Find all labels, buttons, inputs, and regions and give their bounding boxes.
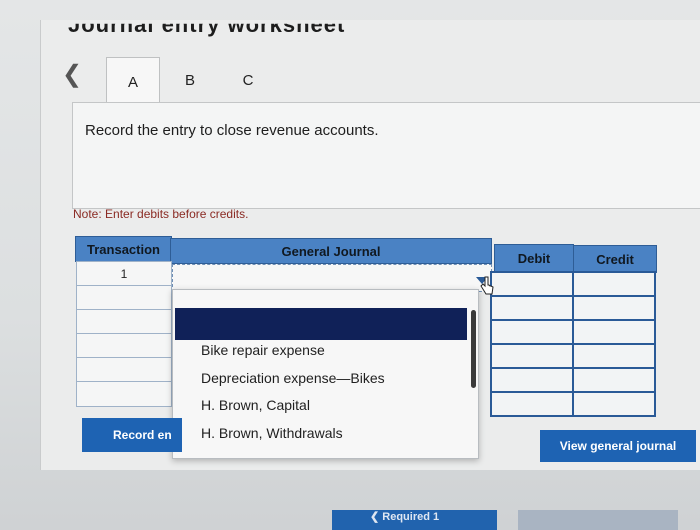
chevron-left-icon[interactable]: ❮: [62, 60, 82, 89]
transaction-cell: 1: [76, 261, 172, 287]
credit-input[interactable]: [572, 391, 656, 417]
instruction-text: Record the entry to close revenue accoun…: [85, 122, 379, 139]
credit-input[interactable]: [572, 343, 656, 369]
header-credit: Credit: [573, 245, 657, 273]
debit-input[interactable]: [490, 295, 574, 321]
debit-input[interactable]: [490, 271, 574, 297]
note-text: Note: Enter debits before credits.: [73, 207, 249, 221]
instruction-box: [72, 102, 700, 209]
credit-input[interactable]: [572, 319, 656, 345]
transaction-cell: [76, 309, 172, 335]
transaction-cell: [76, 333, 172, 359]
credit-input[interactable]: [572, 295, 656, 321]
dropdown-option[interactable]: Bike repair expense: [201, 342, 325, 358]
header-general-journal: General Journal: [170, 238, 492, 264]
tab-label: A: [127, 73, 138, 91]
dropdown-option-selected[interactable]: [175, 308, 467, 340]
account-select[interactable]: [172, 264, 492, 292]
tab-label: C: [242, 71, 254, 89]
dropdown-option[interactable]: H. Brown, Withdrawals: [201, 425, 343, 441]
tab-b[interactable]: B: [164, 57, 216, 103]
required-label: Required 1: [382, 511, 440, 523]
dropdown-option[interactable]: H. Brown, Capital: [201, 397, 310, 413]
transaction-cell: [76, 285, 172, 311]
debit-input[interactable]: [490, 367, 574, 393]
debit-input[interactable]: [490, 343, 574, 369]
header-transaction: Transaction: [75, 236, 172, 262]
account-dropdown-list: Bike repair expense Depreciation expense…: [172, 289, 479, 459]
transaction-cell: [76, 357, 172, 383]
page-title: Journal entry worksheet: [68, 12, 346, 37]
tab-a[interactable]: A: [106, 57, 160, 106]
tab-c[interactable]: C: [222, 57, 274, 103]
record-entry-button[interactable]: Record en: [82, 418, 182, 452]
tab-label: B: [184, 71, 195, 89]
screen: Journal entry worksheet ❮ A B C Record t…: [0, 0, 700, 530]
hand-cursor-icon: [480, 276, 494, 295]
dropdown-option[interactable]: Depreciation expense—Bikes: [201, 370, 385, 386]
credit-input[interactable]: [572, 271, 656, 297]
header-debit: Debit: [494, 244, 574, 272]
next-button[interactable]: [518, 510, 678, 530]
debit-input[interactable]: [490, 391, 574, 417]
credit-input[interactable]: [572, 367, 656, 393]
debit-input[interactable]: [490, 319, 574, 345]
transaction-cell: [76, 381, 172, 407]
dropdown-scrollbar[interactable]: [471, 310, 476, 388]
view-general-journal-button[interactable]: View general journal: [540, 430, 696, 462]
required-button[interactable]: ❮ Required 1: [332, 510, 497, 530]
